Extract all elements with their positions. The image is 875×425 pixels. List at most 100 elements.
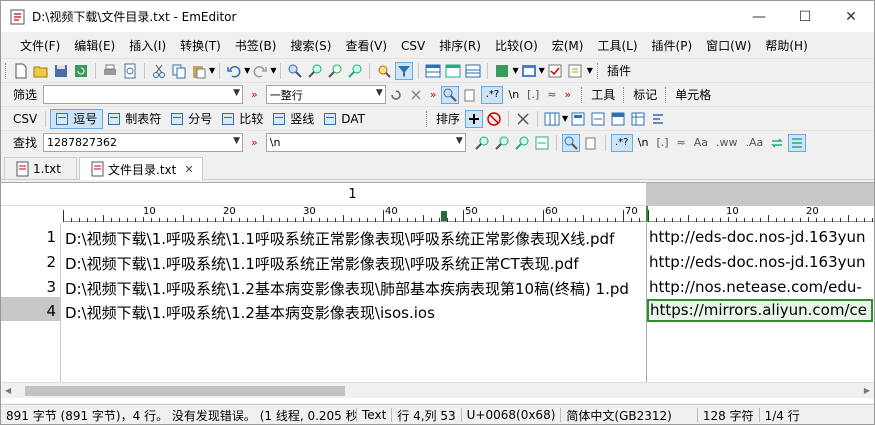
csv-freeze-icon[interactable] — [630, 111, 646, 127]
replace-input[interactable]: \n ▼ — [265, 133, 466, 152]
swap-icon[interactable] — [769, 135, 785, 151]
find-input[interactable]: 1287827362 ▼ — [43, 133, 244, 152]
selected-csv-cell[interactable]: https://mirrors.aliyun.com/ce — [647, 299, 873, 322]
refresh-filter-icon[interactable] — [388, 87, 404, 103]
find-icon[interactable] — [287, 63, 303, 79]
find-brackets-icon[interactable]: [.] — [652, 136, 672, 149]
tools-label[interactable]: 工具 — [587, 86, 619, 103]
scroll-right-icon[interactable]: ▶ — [864, 386, 870, 395]
status-position[interactable]: 行 4,列 53 — [392, 407, 460, 424]
tab-1-txt[interactable]: 1.txt — [4, 157, 77, 180]
font-a1-icon[interactable]: Aa — [690, 136, 712, 149]
menu-csv[interactable]: CSV — [394, 37, 432, 55]
sort-add-icon[interactable] — [464, 109, 483, 128]
menu-insert[interactable]: 插入(I) — [122, 35, 173, 56]
menu-bookmarks[interactable]: 书签(B) — [228, 35, 284, 56]
csv-cell[interactable]: http://eds-doc.nos-jd.163yun — [649, 253, 873, 271]
editor-area[interactable]: 1 10 20 30 40 50 60 70 10 20 1 D:\视频下载\1… — [1, 182, 874, 403]
filter-input[interactable]: ▼ — [43, 85, 244, 104]
find-dropdown-icon[interactable]: ▼ — [233, 136, 240, 146]
csv-comma-button[interactable]: 逗号 — [50, 108, 104, 129]
find-approx-icon[interactable]: ≈ — [673, 136, 690, 149]
menu-file[interactable]: 文件(F) — [13, 35, 67, 56]
macro-icon[interactable] — [494, 63, 510, 79]
approx-icon[interactable]: ≈ — [543, 88, 560, 101]
csv-cell[interactable]: D:\视频下载\1.呼吸系统\1.2基本病变影像表现\isos.ios — [65, 302, 645, 323]
window-list-icon[interactable] — [445, 63, 461, 79]
csv-select-icon[interactable] — [570, 111, 586, 127]
replace-dropdown-icon[interactable]: ▼ — [456, 136, 463, 146]
checkmark-icon[interactable] — [547, 63, 563, 79]
reload-icon[interactable] — [73, 63, 89, 79]
menu-macros[interactable]: 宏(M) — [545, 35, 591, 56]
menu-compare[interactable]: 比较(O) — [488, 35, 545, 56]
redo-dropdown-icon[interactable]: ▼ — [270, 66, 276, 75]
font-a3-icon[interactable]: .Aa — [742, 136, 768, 149]
escape-icon[interactable]: \n — [504, 88, 523, 101]
print-icon[interactable] — [102, 63, 118, 79]
tab-file-directory[interactable]: 文件目录.txt ✕ — [79, 157, 203, 180]
toolbar-grip[interactable] — [5, 62, 8, 79]
undo-icon[interactable] — [226, 63, 242, 79]
maximize-button[interactable]: ☐ — [782, 1, 828, 32]
csv-align-icon[interactable] — [650, 111, 666, 127]
macro-dropdown-icon[interactable]: ▼ — [512, 66, 518, 75]
column-layout-icon[interactable] — [544, 111, 560, 127]
find-regex-icon[interactable]: .*? — [610, 133, 633, 152]
regex-icon[interactable]: .*? — [481, 85, 504, 104]
replace-icon[interactable] — [347, 63, 363, 79]
column-header-1[interactable]: 1 — [1, 183, 646, 206]
toolbar-overflow-icon[interactable]: ▼ — [587, 66, 593, 75]
paste-dropdown-icon[interactable]: ▼ — [209, 66, 215, 75]
replace-button-icon[interactable] — [514, 135, 530, 151]
column-layout-dropdown-icon[interactable]: ▼ — [562, 114, 568, 123]
plugins-toolbar-label[interactable]: 插件 — [603, 62, 635, 79]
customize-icon[interactable] — [567, 63, 583, 79]
menu-convert[interactable]: 转换(T) — [173, 35, 228, 56]
column-header-2[interactable] — [646, 183, 874, 206]
status-mode[interactable]: Text — [357, 408, 391, 422]
new-file-icon[interactable] — [13, 63, 29, 79]
output-bar-icon[interactable] — [465, 63, 481, 79]
font-a2-icon[interactable]: .ww — [712, 136, 742, 149]
cut-icon[interactable] — [151, 63, 167, 79]
find-next-button-icon[interactable] — [474, 135, 490, 151]
filter-copy-icon[interactable] — [462, 87, 478, 103]
menu-plugins[interactable]: 插件(P) — [645, 35, 700, 56]
menu-edit[interactable]: 编辑(E) — [67, 35, 122, 56]
csv-cell[interactable]: D:\视频下载\1.呼吸系统\1.1呼吸系统正常影像表现\呼吸系统正常影像表现X… — [65, 228, 645, 249]
menu-search[interactable]: 搜索(S) — [283, 35, 338, 56]
csv-dat-button[interactable]: DAT — [319, 109, 370, 129]
save-icon[interactable] — [53, 63, 69, 79]
close-tab-icon[interactable]: ✕ — [184, 163, 193, 176]
status-encoding[interactable]: 简体中文(GB2312) — [561, 407, 676, 424]
window-icon[interactable] — [521, 63, 537, 79]
menu-view[interactable]: 查看(V) — [338, 35, 394, 56]
csv-semicolon-button[interactable]: 分号 — [166, 109, 217, 129]
menu-window[interactable]: 窗口(W) — [699, 35, 758, 56]
filter-search-icon[interactable] — [441, 85, 460, 104]
csv-cell[interactable]: http://eds-doc.nos-jd.163yun — [649, 228, 873, 246]
find-prev-icon[interactable] — [327, 63, 343, 79]
scroll-left-icon[interactable]: ◀ — [5, 386, 11, 395]
find-list-icon[interactable] — [788, 133, 807, 152]
csv-tab-button[interactable]: 制表符 — [103, 109, 166, 129]
print-preview-icon[interactable] — [122, 63, 138, 79]
redo-icon[interactable] — [252, 63, 268, 79]
undo-dropdown-icon[interactable]: ▼ — [244, 66, 250, 75]
highlight-icon[interactable] — [376, 63, 392, 79]
marks-label[interactable]: 标记 — [629, 86, 661, 103]
scrollbar-thumb[interactable] — [25, 386, 345, 396]
menu-tools[interactable]: 工具(L) — [590, 35, 644, 56]
open-folder-icon[interactable] — [33, 63, 49, 79]
csv-pipe-button[interactable]: 竖线 — [268, 109, 319, 129]
csv-cell[interactable]: D:\视频下载\1.呼吸系统\1.1呼吸系统正常影像表现\呼吸系统正常CT表现.… — [65, 253, 645, 274]
csv-cell[interactable]: D:\视频下载\1.呼吸系统\1.2基本病变影像表现\肺部基本疾病表现第10稿(… — [65, 278, 645, 299]
brackets-icon[interactable]: [.] — [523, 88, 543, 101]
copy-icon[interactable] — [171, 63, 187, 79]
whole-word-icon[interactable] — [583, 135, 599, 151]
clear-filter-icon[interactable] — [408, 87, 424, 103]
filter-dropdown-icon[interactable]: ▼ — [233, 88, 240, 98]
csv-heading-icon[interactable] — [610, 111, 626, 127]
sort-options-icon[interactable] — [515, 111, 531, 127]
